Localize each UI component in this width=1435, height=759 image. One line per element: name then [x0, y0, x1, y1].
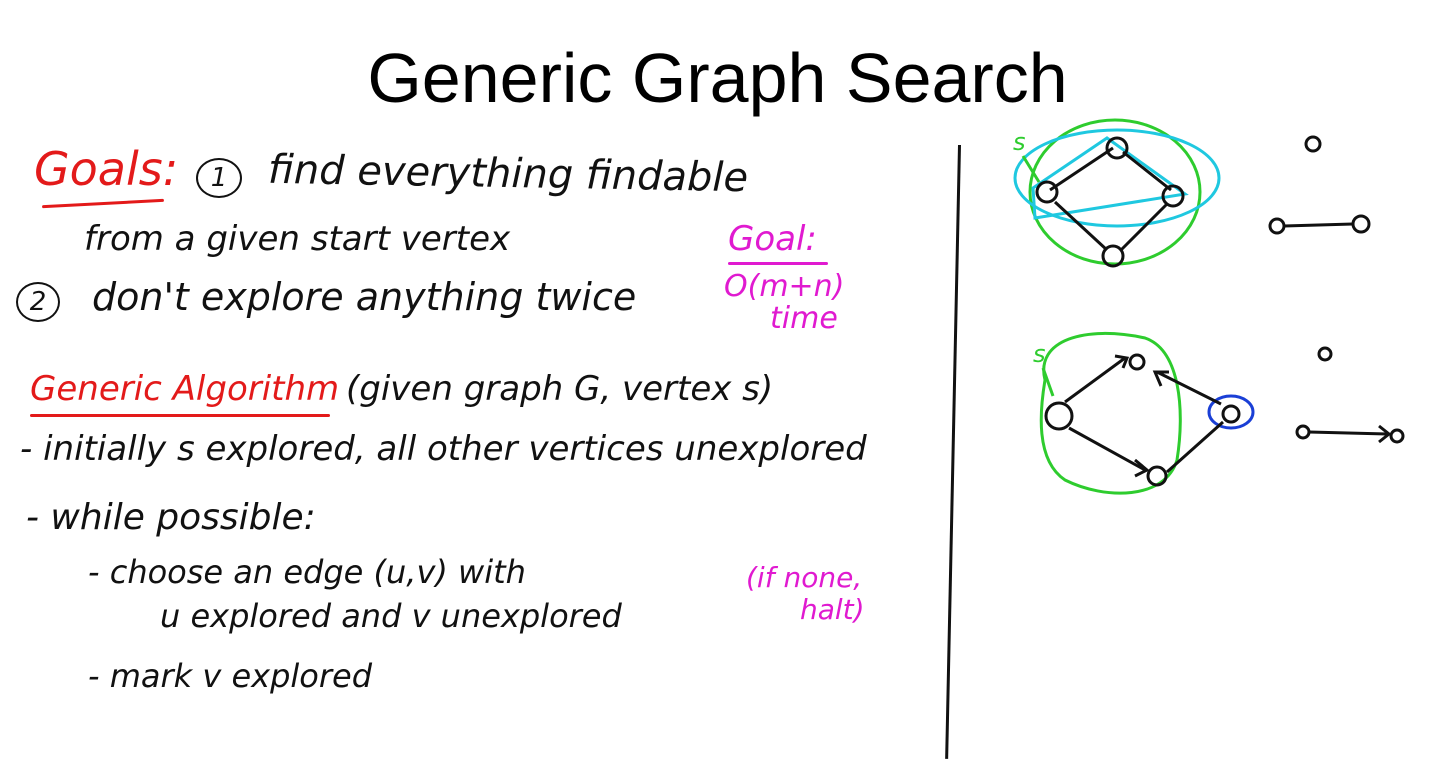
goal1-number-circle: 1 — [196, 158, 242, 198]
slide: Generic Graph Search Goals: 1 find every… — [0, 0, 1435, 759]
top-edge — [1122, 150, 1172, 192]
bottom-green-region — [1039, 331, 1182, 495]
side-goal-heading: Goal: — [728, 219, 817, 259]
bottom-graph: s — [1033, 331, 1405, 495]
top-pair-edge — [1283, 222, 1354, 228]
side-goal-underline — [728, 262, 828, 265]
bottom-edge — [1166, 420, 1224, 474]
side-goal-line1: O(m+n) — [724, 269, 845, 304]
vertical-divider — [945, 144, 961, 759]
bottom-start-label: s — [1033, 340, 1046, 368]
goals-underline — [42, 198, 164, 209]
top-isolated-vertex — [1304, 135, 1322, 153]
bottom-vertex — [1146, 465, 1168, 487]
algorithm-step2a-line2: u explored and v unexplored — [160, 597, 622, 635]
algorithm-step2a-line1: - choose an edge (u,v) with — [88, 553, 526, 591]
goals-heading: Goals: — [34, 142, 179, 196]
bottom-pair-edge — [1308, 430, 1388, 436]
slide-title: Generic Graph Search — [367, 39, 1068, 117]
top-vertex — [1105, 136, 1129, 160]
goal2-line1: don't explore anything twice — [92, 275, 637, 319]
bottom-edge — [1064, 356, 1126, 404]
goal1-line2: from a given start vertex — [84, 219, 511, 259]
bottom-pair-vertex — [1295, 424, 1311, 440]
goal1-line1: find everything findable — [267, 146, 749, 202]
bottom-vertex — [1221, 404, 1241, 424]
bottom-isolated-vertex — [1317, 346, 1333, 362]
bottom-vertex — [1044, 401, 1074, 431]
side-goal-line2: time — [770, 301, 838, 336]
bottom-pair-vertex — [1389, 428, 1405, 444]
top-graph: s — [1013, 118, 1371, 268]
algorithm-step1: - initially s explored, all other vertic… — [20, 429, 867, 469]
top-vertex — [1035, 180, 1059, 204]
algorithm-heading: Generic Algorithm — [30, 369, 340, 409]
algorithm-step2a-note-line1: (if none, — [746, 561, 863, 594]
algorithm-underline — [30, 414, 330, 417]
algorithm-step2b: - mark v explored — [88, 657, 373, 695]
goal1-number: 1 — [210, 163, 228, 193]
graph-sketches: s s — [1013, 118, 1405, 495]
bottom-edge — [1068, 426, 1146, 472]
goal2-number-circle: 2 — [16, 282, 60, 322]
top-pair-vertex — [1268, 217, 1286, 235]
bottom-edge — [1156, 370, 1222, 406]
algorithm-step2a-note-line2: halt) — [800, 593, 865, 626]
algorithm-step2: - while possible: — [26, 497, 316, 538]
goal2-number: 2 — [29, 287, 47, 317]
top-start-label: s — [1013, 128, 1026, 156]
top-pair-vertex — [1351, 214, 1371, 234]
algorithm-heading-note: (given graph G, vertex s) — [346, 369, 774, 409]
bottom-vertex — [1128, 353, 1146, 371]
